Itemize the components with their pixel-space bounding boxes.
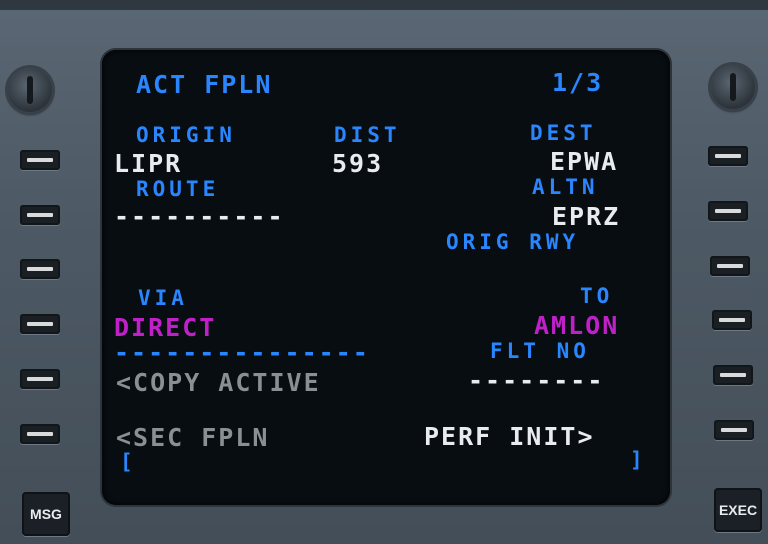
dest-value: EPWA: [550, 147, 619, 176]
sec-fpln-prompt[interactable]: <SEC FPLN: [116, 425, 269, 450]
bezel-top-edge: [0, 0, 768, 10]
lsk-2l[interactable]: [20, 205, 60, 225]
orig-rwy-label: ORIG RWY: [446, 230, 580, 254]
route-value: ----------: [114, 202, 285, 231]
lsk-6r[interactable]: [714, 420, 754, 440]
via-label: VIA: [138, 286, 188, 310]
lsk-4l[interactable]: [20, 314, 60, 334]
lsk-3l[interactable]: [20, 259, 60, 279]
altn-value: EPRZ: [552, 202, 621, 231]
flt-no-label: FLT NO: [490, 339, 590, 363]
origin-value: LIPR: [114, 149, 183, 178]
exec-button[interactable]: EXEC: [714, 488, 762, 532]
scratchpad-close-bracket: ]: [630, 448, 647, 472]
route-label: ROUTE: [136, 177, 220, 201]
flt-no-value: --------: [468, 366, 605, 395]
page-number: 1/3: [552, 68, 604, 97]
dist-label: DIST: [334, 123, 401, 147]
lsk-4r[interactable]: [712, 310, 752, 330]
route-dashes: ---------------: [114, 338, 370, 367]
scratchpad-open-bracket: [: [120, 450, 137, 474]
to-value: AMLON: [534, 311, 620, 340]
brightness-knob-left[interactable]: [8, 68, 52, 112]
lsk-5l[interactable]: [20, 369, 60, 389]
via-value: DIRECT: [114, 313, 217, 342]
altn-label: ALTN: [532, 175, 599, 199]
brightness-knob-right[interactable]: [711, 65, 755, 109]
to-label: TO: [580, 284, 614, 308]
lsk-6l[interactable]: [20, 424, 60, 444]
lsk-1l[interactable]: [20, 150, 60, 170]
dest-label: DEST: [530, 121, 597, 145]
lsk-2r[interactable]: [708, 201, 748, 221]
origin-label: ORIGIN: [136, 123, 236, 147]
page-title: ACT FPLN: [136, 70, 273, 99]
lsk-1r[interactable]: [708, 146, 748, 166]
lsk-5r[interactable]: [713, 365, 753, 385]
copy-active-prompt[interactable]: <COPY ACTIVE: [116, 370, 321, 395]
perf-init-prompt[interactable]: PERF INIT>: [424, 424, 595, 449]
lsk-3r[interactable]: [710, 256, 750, 276]
msg-button[interactable]: MSG: [22, 492, 70, 536]
cdu-display: ACT FPLN 1/3 ORIGIN DIST DEST LIPR 593 E…: [102, 50, 670, 505]
dist-value: 593: [332, 149, 384, 178]
